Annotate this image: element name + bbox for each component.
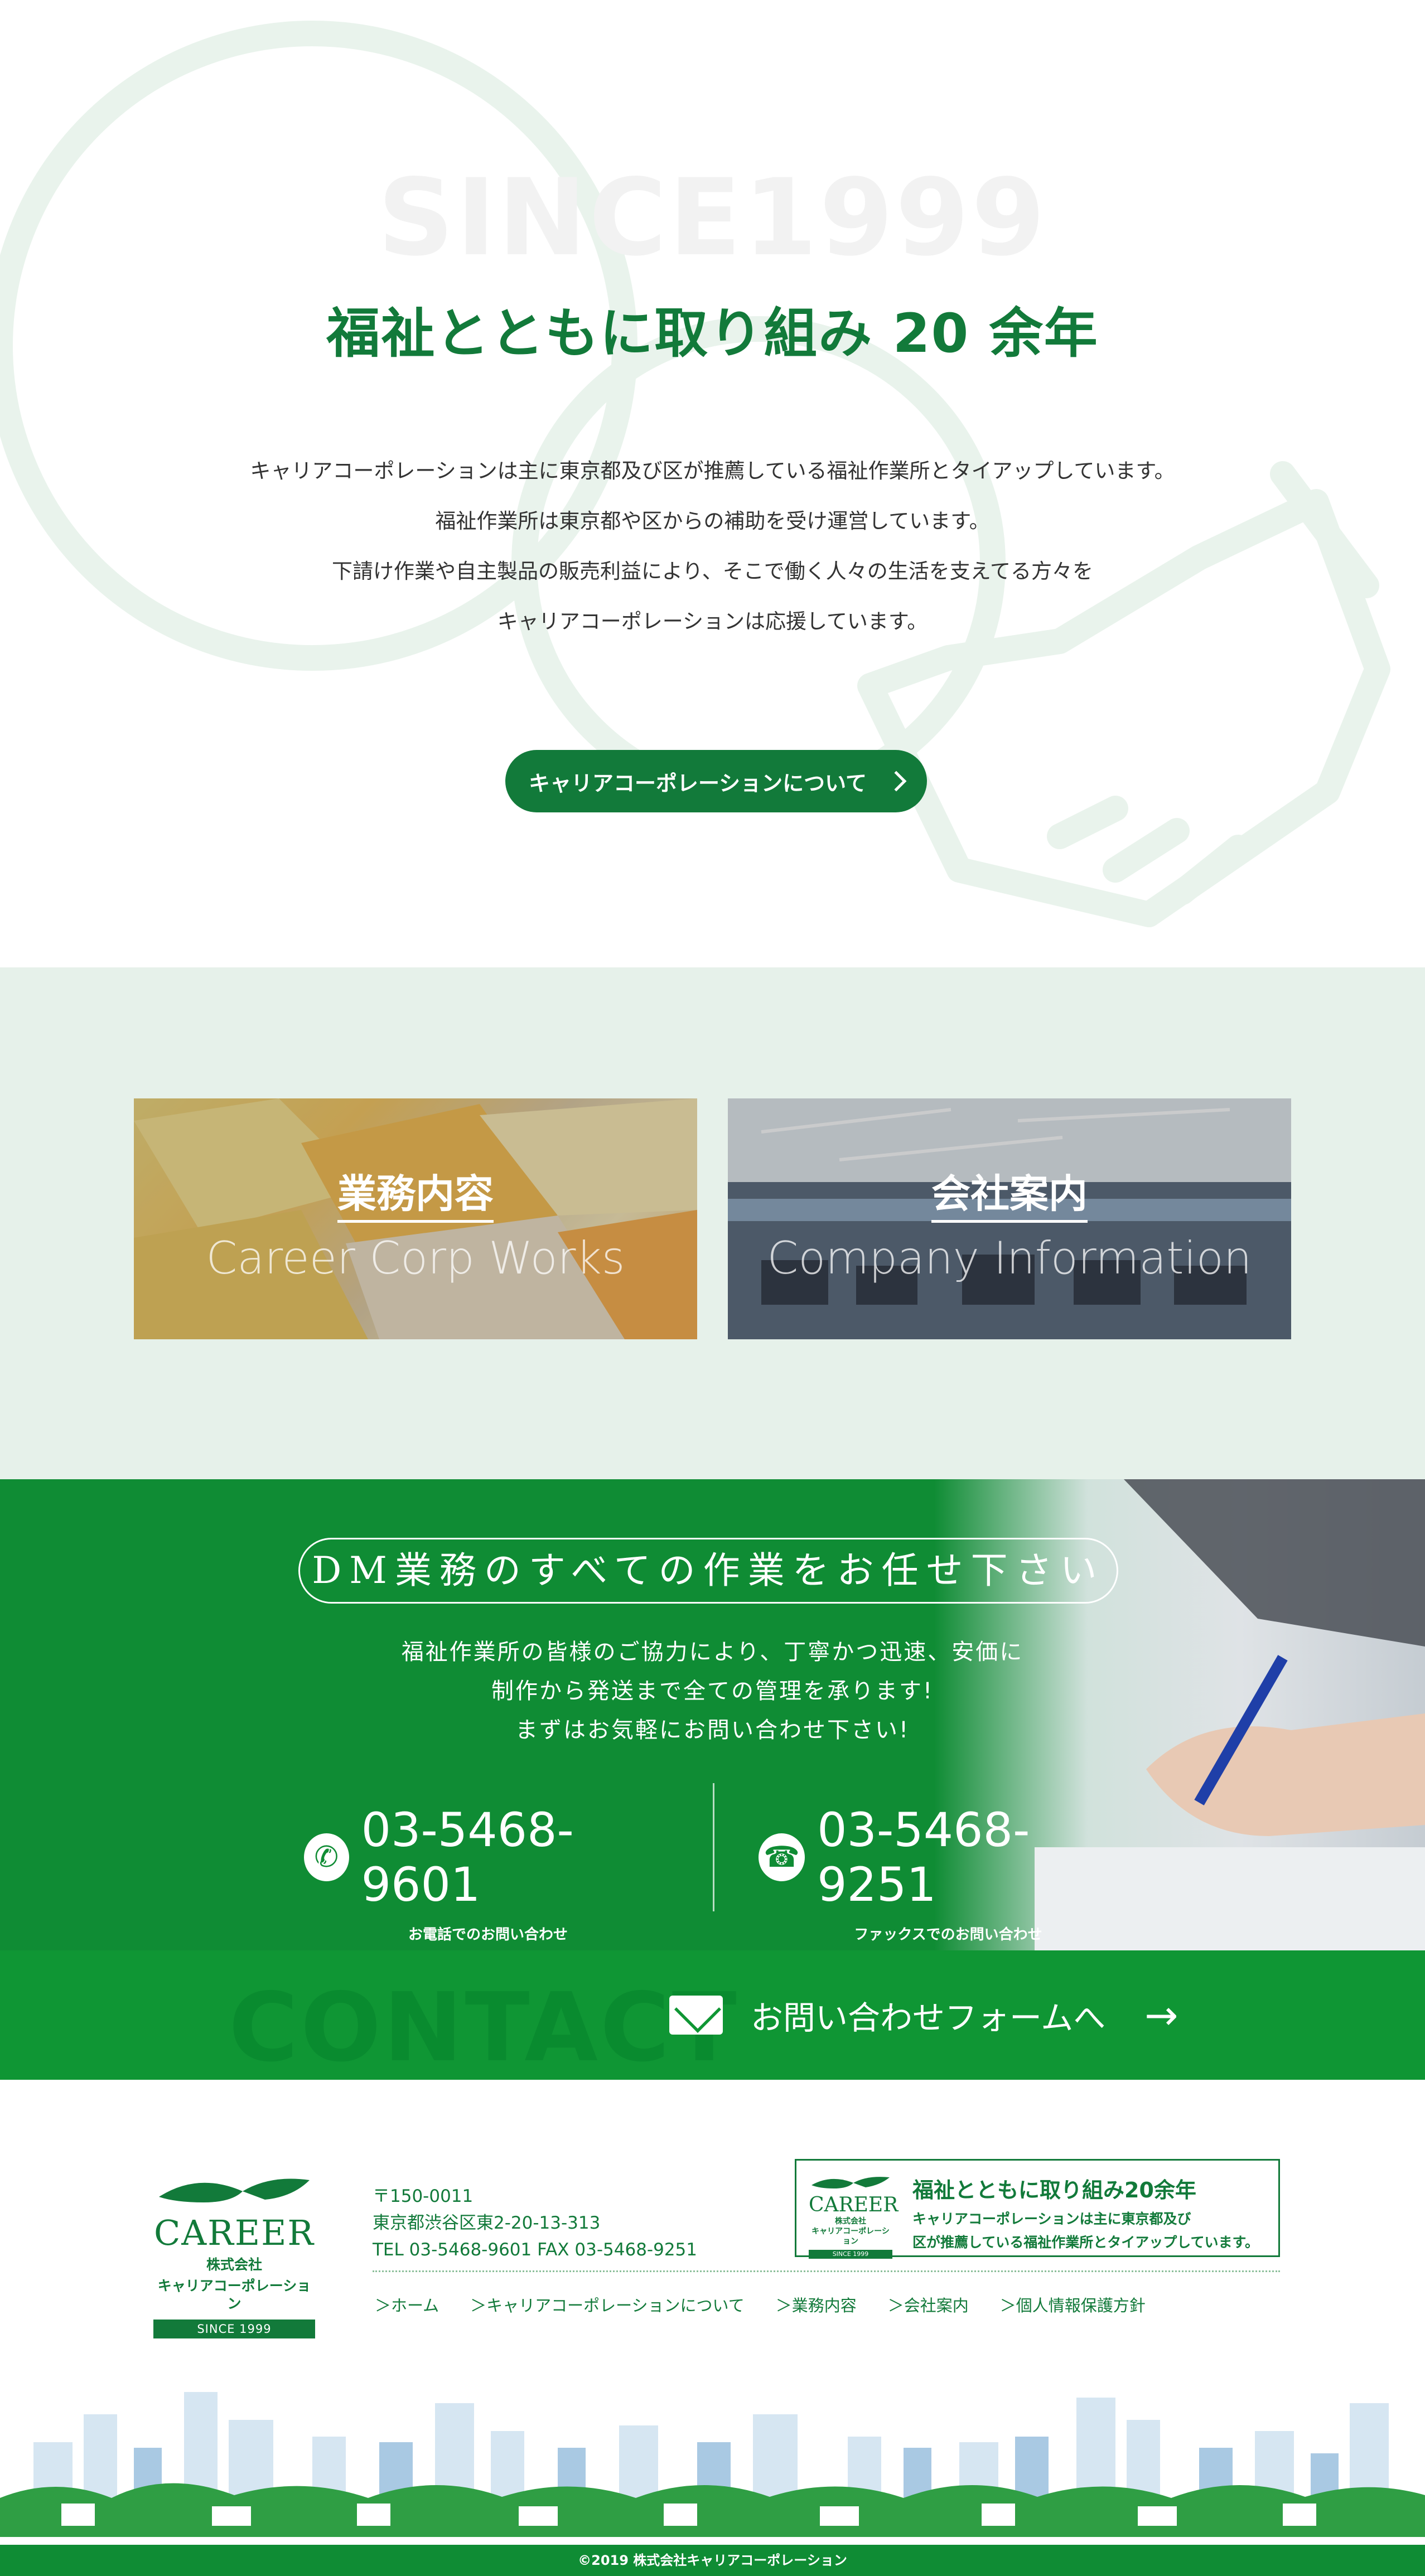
fax-contact[interactable]: ☎ 03-5468-9251 ファックスでのお問い合わせ xyxy=(759,1803,1138,1943)
service-cards-section: 業務内容 Career Corp Works 会社案内 Company Info… xyxy=(0,967,1425,1479)
dm-heading: DM業務のすべての作業をお任せ下さい xyxy=(298,1538,1118,1604)
banner-line-1: キャリアコーポレーションは主に東京都及び xyxy=(912,2211,1191,2227)
footer-divider xyxy=(373,2270,1280,2272)
arrow-right-icon: → xyxy=(1144,1992,1178,2038)
tel-number[interactable]: 03-5468-9601 xyxy=(361,1803,672,1912)
company-card-title: 会社案内 xyxy=(728,1163,1291,1223)
footer-nav: ＞ホーム ＞キャリアコーポレーションについて ＞業務内容 ＞会社案内 ＞個人情報… xyxy=(375,2293,1146,2316)
dm-line: まずはお気軽にお問い合わせ下さい! xyxy=(515,1717,910,1743)
dm-line: 制作から発送まで全ての管理を承ります! xyxy=(491,1678,934,1704)
company-card[interactable]: 会社案内 Company Information xyxy=(728,1098,1291,1339)
dm-section: DM業務のすべての作業をお任せ下さい 福祉作業所の皆様のご協力により、丁寧かつ迅… xyxy=(0,1479,1425,1950)
logo-wordmark: CAREER xyxy=(153,2212,315,2253)
footer-nav-works[interactable]: ＞業務内容 xyxy=(776,2293,857,2316)
fax-caption: ファックスでのお問い合わせ xyxy=(854,1926,1042,1943)
leaf-logo-icon xyxy=(153,2175,315,2214)
banner-mini-corp1: 株式会社 xyxy=(835,2217,866,2226)
dm-text: 福祉作業所の皆様のご協力により、丁寧かつ迅速、安価に 制作から発送まで全ての管理… xyxy=(0,1633,1425,1750)
footer-logo[interactable]: CAREER 株式会社 キャリアコーポレーション SINCE 1999 xyxy=(153,2175,315,2338)
intro-text: キャリアコーポレーションは主に東京都及び区が推薦している福祉作業所とタイアップし… xyxy=(0,446,1425,647)
chevron-right-icon xyxy=(886,771,907,792)
fax-icon: ☎ xyxy=(759,1833,805,1881)
since-watermark: SINCE1999 xyxy=(378,156,1047,279)
footer-nav-privacy[interactable]: ＞個人情報保護方針 xyxy=(1000,2293,1146,2316)
banner-mini-logo: CAREER 株式会社 キャリアコーポレーション SINCE 1999 xyxy=(809,2175,899,2259)
works-title-text: 業務内容 xyxy=(337,1171,494,1223)
banner-title: 福祉とともに取り組み20余年 xyxy=(912,2178,1196,2202)
tel-caption: お電話でのお問い合わせ xyxy=(408,1926,568,1943)
footer: CAREER 株式会社 キャリアコーポレーション SINCE 1999 〒150… xyxy=(0,2080,1425,2576)
banner-mini-since: SINCE 1999 xyxy=(809,2250,892,2259)
address-telfax: TEL 03-5468-9601 FAX 03-5468-9251 xyxy=(373,2240,697,2260)
banner-mini-word: CAREER xyxy=(809,2194,899,2216)
contact-bar: CONTACT お問い合わせフォームへ → xyxy=(0,1950,1425,2080)
tel-contact[interactable]: ✆ 03-5468-9601 お電話でのお問い合わせ xyxy=(304,1803,672,1943)
copyright: ©2019 株式会社キャリアコーポレーション xyxy=(0,2545,1425,2576)
contact-form-link[interactable]: お問い合わせフォームへ → xyxy=(669,1989,1178,2041)
about-button-label: キャリアコーポレーションについて xyxy=(528,771,867,796)
cityscape-illustration xyxy=(0,2392,1425,2537)
company-title-text: 会社案内 xyxy=(931,1171,1088,1223)
contact-watermark: CONTACT xyxy=(229,1973,739,2080)
company-card-subtitle: Company Information xyxy=(767,1232,1252,1284)
about-company-button[interactable]: キャリアコーポレーションについて xyxy=(505,750,927,812)
works-card-title: 業務内容 xyxy=(134,1163,697,1223)
logo-corp-1: 株式会社 xyxy=(206,2257,262,2273)
address-zip: 〒150-0011 xyxy=(373,2186,474,2206)
footer-nav-home[interactable]: ＞ホーム xyxy=(375,2293,439,2316)
banner-text: キャリアコーポレーションは主に東京都及び 区が推薦している福祉作業所とタイアップ… xyxy=(912,2207,1259,2254)
intro-line: キャリアコーポレーションは主に東京都及び区が推薦している福祉作業所とタイアップし… xyxy=(250,459,1175,483)
footer-address: 〒150-0011 東京都渋谷区東2-20-13-313 TEL 03-5468… xyxy=(373,2183,697,2263)
works-card[interactable]: 業務内容 Career Corp Works xyxy=(134,1098,697,1339)
logo-corp-2: キャリアコーポレーション xyxy=(157,2278,311,2312)
intro-title: 福祉とともに取り組み 20 余年 xyxy=(326,302,1099,365)
intro-line: 下請け作業や自主製品の販売利益により、そこで働く人々の生活を支えてる方々を xyxy=(332,559,1093,583)
leaf-logo-icon xyxy=(811,2177,890,2188)
contact-form-label: お問い合わせフォームへ xyxy=(751,1999,1106,2037)
footer-banner[interactable]: CAREER 株式会社 キャリアコーポレーション SINCE 1999 福祉とと… xyxy=(795,2159,1280,2259)
intro-line: キャリアコーポレーションは応援しています。 xyxy=(497,609,928,633)
fax-number[interactable]: 03-5468-9251 xyxy=(817,1803,1138,1912)
intro-section: SINCE1999 福祉とともに取り組み 20 余年 キャリアコーポレーションは… xyxy=(0,0,1425,967)
footer-nav-company[interactable]: ＞会社案内 xyxy=(888,2293,969,2316)
logo-since: SINCE 1999 xyxy=(153,2320,315,2338)
phone-icon: ✆ xyxy=(304,1833,349,1881)
mail-icon xyxy=(669,1996,723,2035)
intro-line: 福祉作業所は東京都や区からの補助を受け運営しています。 xyxy=(435,509,990,533)
banner-line-2: 区が推薦している福祉作業所とタイアップしています。 xyxy=(912,2234,1259,2250)
banner-mini-corp2: キャリアコーポレーション xyxy=(811,2227,890,2246)
dm-line: 福祉作業所の皆様のご協力により、丁寧かつ迅速、安価に xyxy=(401,1639,1024,1665)
address-street: 東京都渋谷区東2-20-13-313 xyxy=(373,2213,601,2233)
works-card-subtitle: Career Corp Works xyxy=(206,1232,625,1284)
footer-nav-about[interactable]: ＞キャリアコーポレーションについて xyxy=(470,2293,745,2316)
contact-divider xyxy=(713,1783,714,1911)
